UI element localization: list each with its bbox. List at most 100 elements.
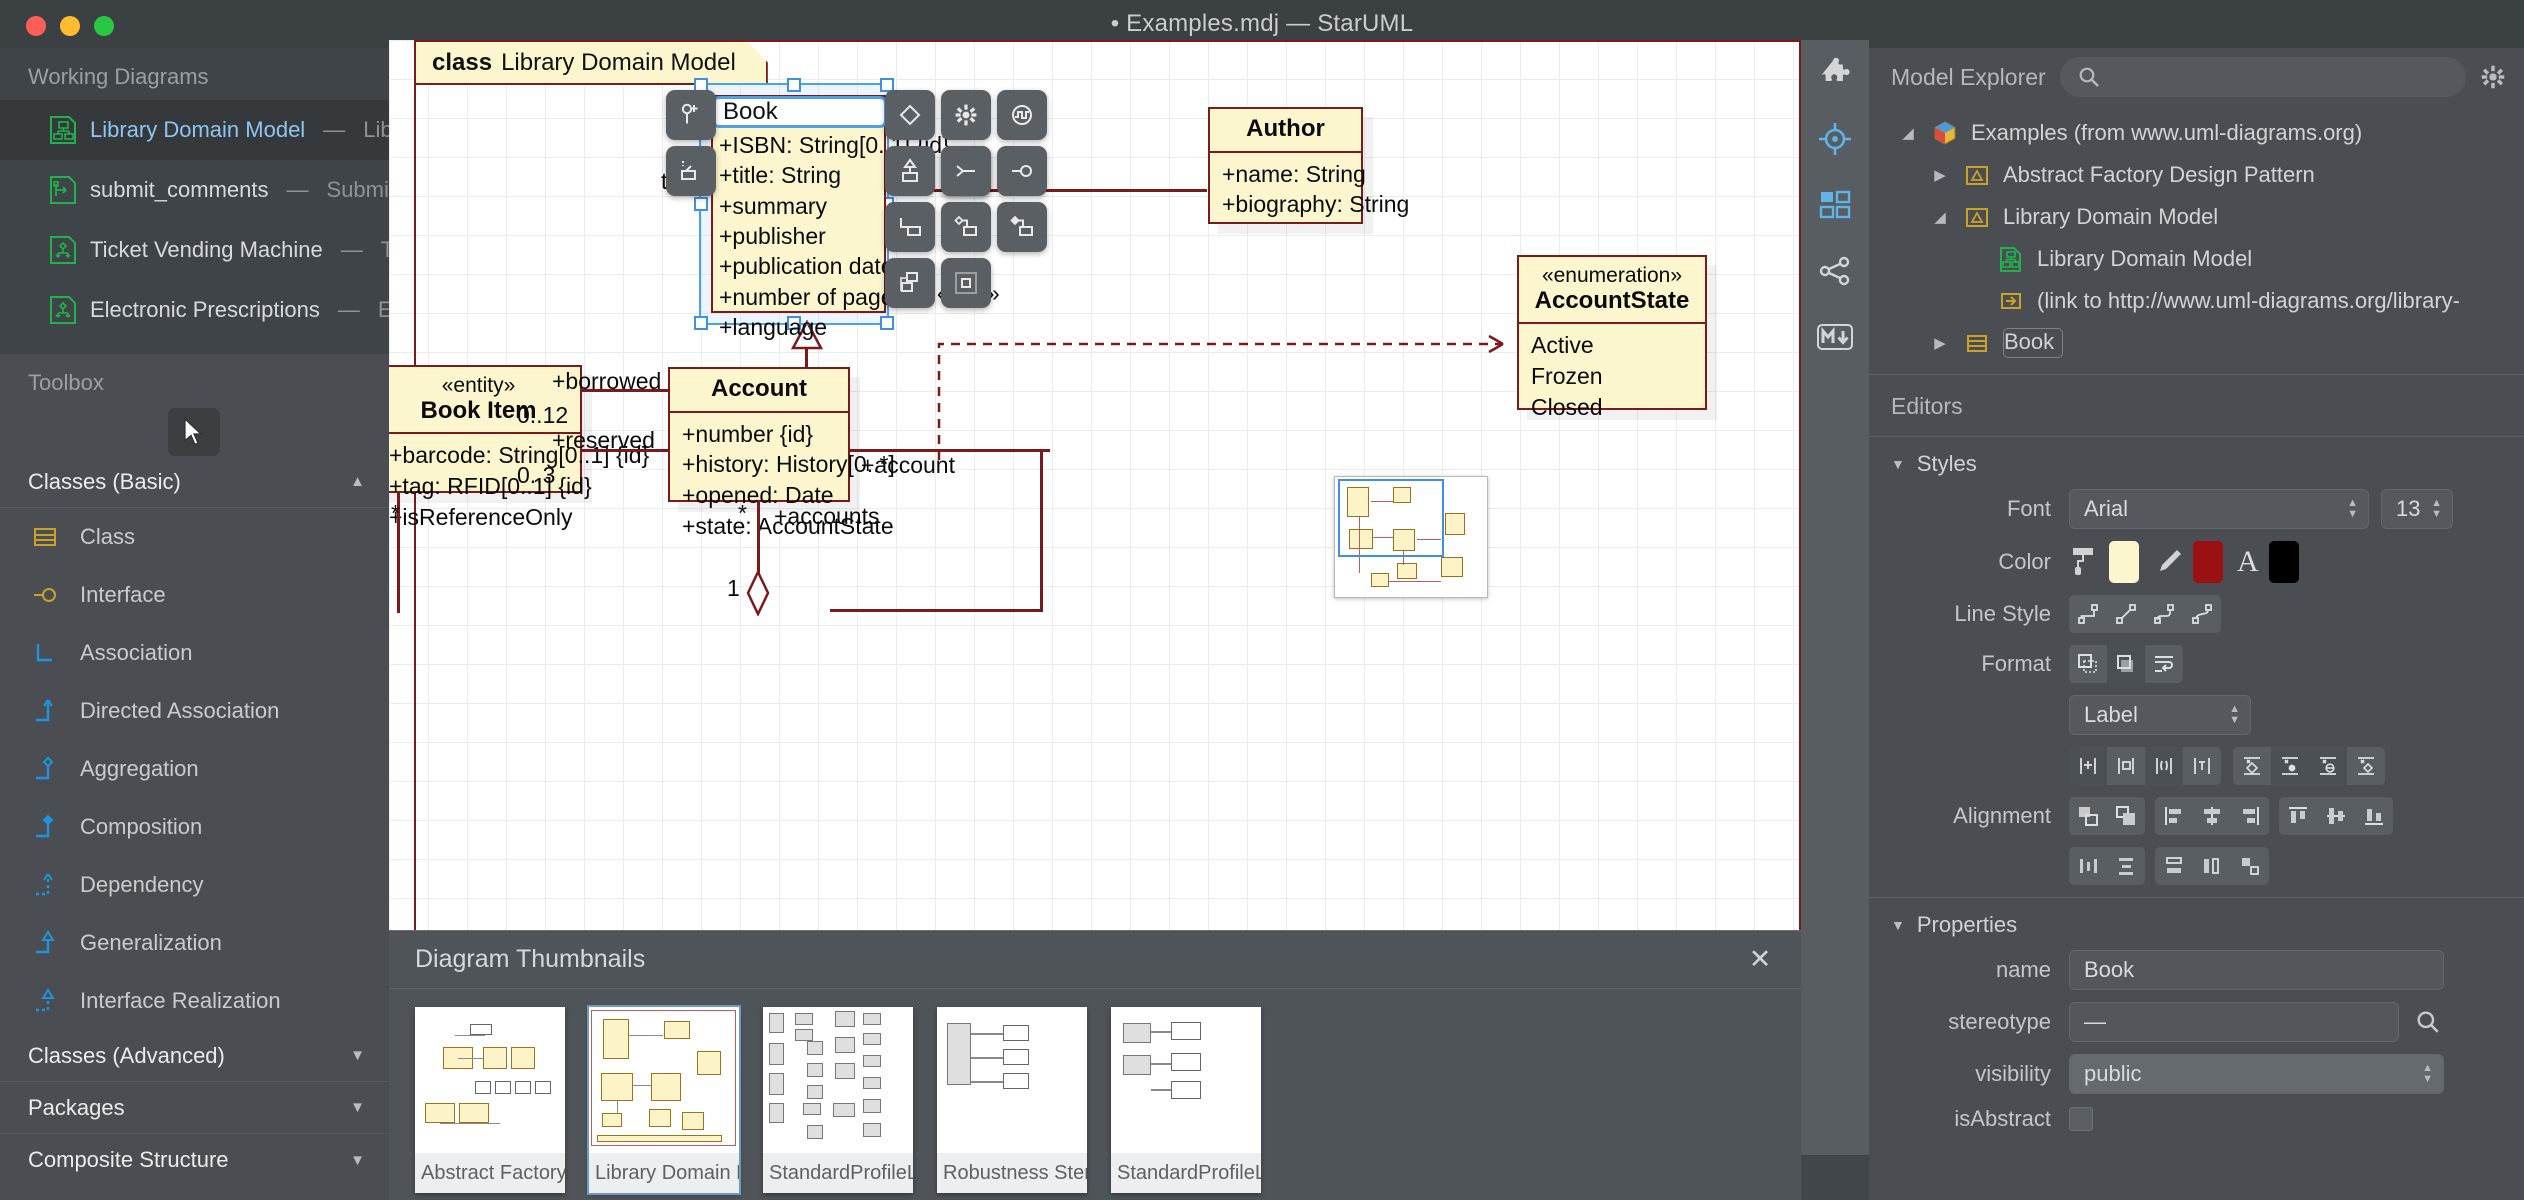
suppress-operations-icon[interactable] — [2271, 747, 2309, 785]
align-horizontal-buttons[interactable] — [2155, 797, 2269, 835]
caret-expanded-icon[interactable]: ◢ — [1929, 208, 1951, 226]
visibility-select[interactable]: public ▲ ▼ — [2069, 1054, 2444, 1094]
thumbnail-item[interactable]: Abstract Factory Design — [415, 1007, 565, 1193]
suppress-buttons[interactable] — [2069, 747, 2221, 785]
working-diagram-item-library-domain-model[interactable]: Library Domain Model — Lib — [0, 100, 389, 160]
grid-icon[interactable] — [1801, 172, 1869, 238]
bring-to-front-icon[interactable] — [2107, 797, 2145, 835]
tool-item-interface[interactable]: Interface — [0, 566, 389, 624]
quick-add-toolbar[interactable] — [666, 90, 716, 196]
diagram-minimap[interactable] — [1334, 476, 1488, 598]
rectilinear-icon[interactable] — [2069, 595, 2107, 633]
icon-only-icon[interactable] — [2183, 747, 2221, 785]
thumbnail-item[interactable]: StandardProfileL2 — [763, 1007, 913, 1193]
target-icon[interactable] — [1801, 106, 1869, 172]
size-buttons[interactable] — [2155, 847, 2269, 885]
generalization-icon[interactable] — [885, 146, 935, 196]
resize-handle-w[interactable] — [694, 197, 708, 211]
align-right-icon[interactable] — [2231, 797, 2269, 835]
edge-bottom-horizontal[interactable] — [830, 609, 1042, 612]
stereotype-display-select[interactable]: Label ▲ ▼ — [2069, 695, 2251, 735]
tool-item-dependency[interactable]: Dependency — [0, 856, 389, 914]
working-diagram-item-submit-comments[interactable]: submit_comments — Submit — [0, 160, 389, 220]
canvas-right-toolbar[interactable] — [1801, 40, 1869, 1155]
font-color-swatch[interactable] — [2268, 541, 2299, 583]
note-icon[interactable] — [885, 90, 935, 140]
working-diagram-item-electronic-prescriptions[interactable]: Electronic Prescriptions — E — [0, 280, 389, 340]
composition-icon[interactable] — [997, 202, 1047, 252]
resize-handle-sw[interactable] — [694, 316, 708, 330]
thumbnail-item[interactable]: Robustness Stereotype — [937, 1007, 1087, 1193]
association-end-icon[interactable] — [941, 146, 991, 196]
toolbox-group-composite-structure[interactable]: Composite Structure ▼ — [0, 1134, 389, 1186]
thumbnail-item[interactable]: Library Domain Model — [587, 1005, 741, 1195]
stepper-icon[interactable]: ▲ ▼ — [2422, 1063, 2433, 1085]
align-center-icon[interactable] — [2193, 797, 2231, 835]
tool-item-directed-association[interactable]: Directed Association — [0, 682, 389, 740]
tool-item-composition[interactable]: Composition — [0, 798, 389, 856]
same-height-icon[interactable] — [2155, 847, 2193, 885]
tree-node-library-domain-model[interactable]: ◢ Library Domain Model — [1869, 196, 2524, 238]
association-icon[interactable] — [885, 202, 935, 252]
close-icon[interactable]: ✕ — [1745, 945, 1775, 975]
font-family-select[interactable]: Arial ▲ ▼ — [2069, 489, 2369, 529]
dependency-use-edge[interactable] — [937, 302, 1527, 462]
rounded-icon[interactable] — [2145, 595, 2183, 633]
tree-node-examples[interactable]: ◢ Examples (from www.uml-diagrams.org) — [1869, 112, 2524, 154]
toolbox-group-classes-advanced[interactable]: Classes (Advanced) ▼ — [0, 1030, 389, 1082]
quick-edit-toolbar[interactable] — [885, 90, 1047, 308]
show-visibility-icon[interactable] — [2347, 747, 2385, 785]
suppress-receptions-icon[interactable] — [2309, 747, 2347, 785]
paint-roller-icon[interactable] — [2069, 544, 2099, 580]
format-buttons[interactable] — [2069, 645, 2183, 683]
tree-node-book[interactable]: ▶ Book — [1869, 322, 2524, 364]
signal-icon[interactable] — [997, 90, 1047, 140]
oblique-icon[interactable] — [2107, 595, 2145, 633]
resize-handle-n[interactable] — [787, 78, 801, 92]
show-shadow-icon[interactable] — [2107, 645, 2145, 683]
label-icon[interactable] — [2107, 747, 2145, 785]
caret-expanded-icon[interactable]: ◢ — [1897, 124, 1919, 142]
toolbox-group-packages[interactable]: Packages ▼ — [0, 1082, 389, 1134]
caret-collapsed-icon[interactable]: ▶ — [1929, 166, 1951, 184]
same-size-icon[interactable] — [2231, 847, 2269, 885]
auto-resize-icon[interactable] — [2069, 645, 2107, 683]
same-width-icon[interactable] — [2193, 847, 2231, 885]
align-top-icon[interactable] — [2279, 797, 2317, 835]
curved-icon[interactable] — [2183, 595, 2221, 633]
word-wrap-icon[interactable] — [2145, 645, 2183, 683]
tool-item-class[interactable]: Class — [0, 508, 389, 566]
pencil-icon[interactable] — [2153, 546, 2183, 578]
containment-icon[interactable] — [941, 258, 991, 308]
z-order-buttons[interactable] — [2069, 797, 2145, 835]
minimap-viewport[interactable] — [1338, 479, 1444, 557]
add-operation-icon[interactable] — [666, 146, 716, 196]
align-vertical-buttons[interactable] — [2279, 797, 2393, 835]
space-horizontally-icon[interactable] — [2069, 847, 2107, 885]
isabstract-checkbox[interactable] — [2069, 1107, 2093, 1131]
tree-node-hyperlink[interactable]: (link to http://www.uml-diagrams.org/lib… — [1869, 280, 2524, 322]
align-middle-icon[interactable] — [2317, 797, 2355, 835]
markdown-icon[interactable] — [1801, 304, 1869, 370]
font-size-select[interactable]: 13 ▲ ▼ — [2381, 489, 2453, 529]
caret-collapsed-icon[interactable]: ▶ — [1929, 334, 1951, 352]
aggregation-icon[interactable] — [941, 202, 991, 252]
align-bottom-icon[interactable] — [2355, 797, 2393, 835]
dependency-icon[interactable] — [885, 258, 935, 308]
interface-icon[interactable] — [997, 146, 1047, 196]
enumeration-node-accountstate[interactable]: «enumeration» AccountState Active Frozen… — [1517, 255, 1707, 420]
line-color-swatch[interactable] — [2193, 541, 2223, 583]
search-input[interactable] — [2059, 57, 2466, 97]
space-vertically-icon[interactable] — [2107, 847, 2145, 885]
fill-color-swatch[interactable] — [2109, 541, 2139, 583]
styles-section-header[interactable]: ▼ Styles — [1869, 437, 2524, 489]
select-tool-button[interactable] — [168, 408, 220, 456]
share-icon[interactable] — [1801, 238, 1869, 304]
stepper-icon[interactable]: ▲ ▼ — [2229, 704, 2240, 726]
font-letter-icon[interactable]: A — [2237, 547, 2259, 577]
class-node-author[interactable]: Author +name: String +biography: String — [1208, 107, 1409, 224]
none-icon[interactable] — [2069, 747, 2107, 785]
suppress-member-buttons[interactable] — [2233, 747, 2385, 785]
tool-item-interface-realization[interactable]: Interface Realization — [0, 972, 389, 1030]
suppress-attributes-icon[interactable] — [2233, 747, 2271, 785]
